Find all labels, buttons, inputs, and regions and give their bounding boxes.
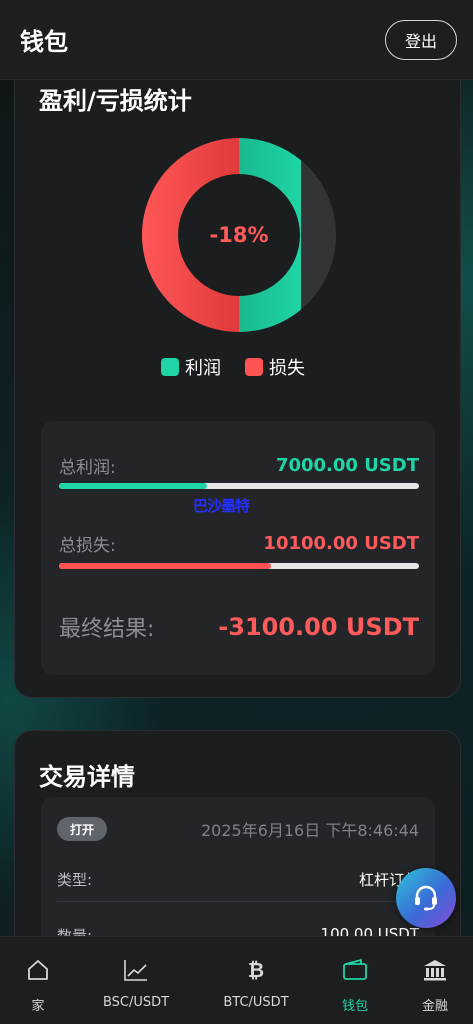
final-result-row: 最终结果: -3100.00 USDT xyxy=(59,611,419,643)
nav-item-btc-usdt[interactable]: ₿ BTC/USDT xyxy=(216,937,296,1024)
legend-profit: 利润 xyxy=(161,354,221,380)
legend-profit-swatch xyxy=(161,358,179,376)
total-profit-bar xyxy=(59,483,419,489)
legend-loss: 损失 xyxy=(245,354,305,380)
support-button[interactable] xyxy=(396,868,456,928)
total-profit-label: 总利润: xyxy=(59,458,116,478)
nav-item-finance[interactable]: 金融 xyxy=(410,937,460,1024)
home-icon xyxy=(26,957,50,983)
top-bar: 钱包 登出 xyxy=(0,0,473,80)
logout-button[interactable]: 登出 xyxy=(385,19,457,60)
legend-loss-label: 损失 xyxy=(269,358,305,379)
total-profit-value: 7000.00 USDT xyxy=(275,455,419,476)
chart-legend: 利润 损失 xyxy=(161,354,305,380)
total-profit-row: 总利润: 7000.00 USDT xyxy=(59,453,419,478)
nav-finance-label: 金融 xyxy=(421,999,448,1014)
bottom-nav: 家 BSC/USDT ₿ BTC/USDT 钱包 金融 xyxy=(0,936,473,1024)
total-loss-bar xyxy=(59,563,419,569)
nav-item-home[interactable]: 家 xyxy=(12,937,64,1024)
nav-home-label: 家 xyxy=(31,999,45,1014)
profit-loss-title: 盈利/亏损统计 xyxy=(39,87,192,115)
headset-icon xyxy=(415,885,437,911)
total-loss-label: 总损失: xyxy=(59,536,116,556)
total-loss-bar-fill xyxy=(59,563,272,569)
profit-loss-donut: -18% xyxy=(141,137,337,333)
profit-loss-card: 盈利/亏损统计 -18% 利润 损失 总利润: 7000.00 USDT 巴沙墨… xyxy=(14,50,461,698)
detail-divider xyxy=(57,901,419,902)
nav-item-wallet[interactable]: 钱包 xyxy=(330,937,380,1024)
wallet-icon xyxy=(342,957,368,983)
nav-btc-usdt-label: BTC/USDT xyxy=(223,995,289,1010)
nav-wallet-label: 钱包 xyxy=(341,999,368,1014)
bitcoin-icon: ₿ xyxy=(247,957,265,982)
status-badge: 打开 xyxy=(57,817,107,841)
total-loss-row: 总损失: 10100.00 USDT xyxy=(59,531,419,556)
final-result-value: -3100.00 USDT xyxy=(218,613,419,641)
legend-loss-swatch xyxy=(245,358,263,376)
detail-row-type: 类型: 杠杆订单 xyxy=(57,869,419,890)
nav-item-bsc-usdt[interactable]: BSC/USDT xyxy=(96,937,176,1024)
donut-center-label: -18% xyxy=(209,223,269,247)
nav-bsc-usdt-label: BSC/USDT xyxy=(102,995,170,1010)
bank-icon xyxy=(422,957,448,983)
chart-line-icon xyxy=(123,957,149,983)
stats-summary-box: 总利润: 7000.00 USDT 巴沙墨特 总损失: 10100.00 USD… xyxy=(41,421,435,675)
total-profit-bar-fill xyxy=(59,483,207,489)
legend-profit-label: 利润 xyxy=(185,358,221,379)
page-title: 钱包 xyxy=(20,28,68,56)
final-result-label: 最终结果: xyxy=(59,617,155,642)
detail-type-key: 类型: xyxy=(57,871,93,889)
overlay-text: 巴沙墨特 xyxy=(193,497,250,515)
trade-datetime: 2025年6月16日 下午8:46:44 xyxy=(200,821,419,840)
trade-details-title: 交易详情 xyxy=(39,763,135,791)
total-loss-value: 10100.00 USDT xyxy=(263,533,419,554)
